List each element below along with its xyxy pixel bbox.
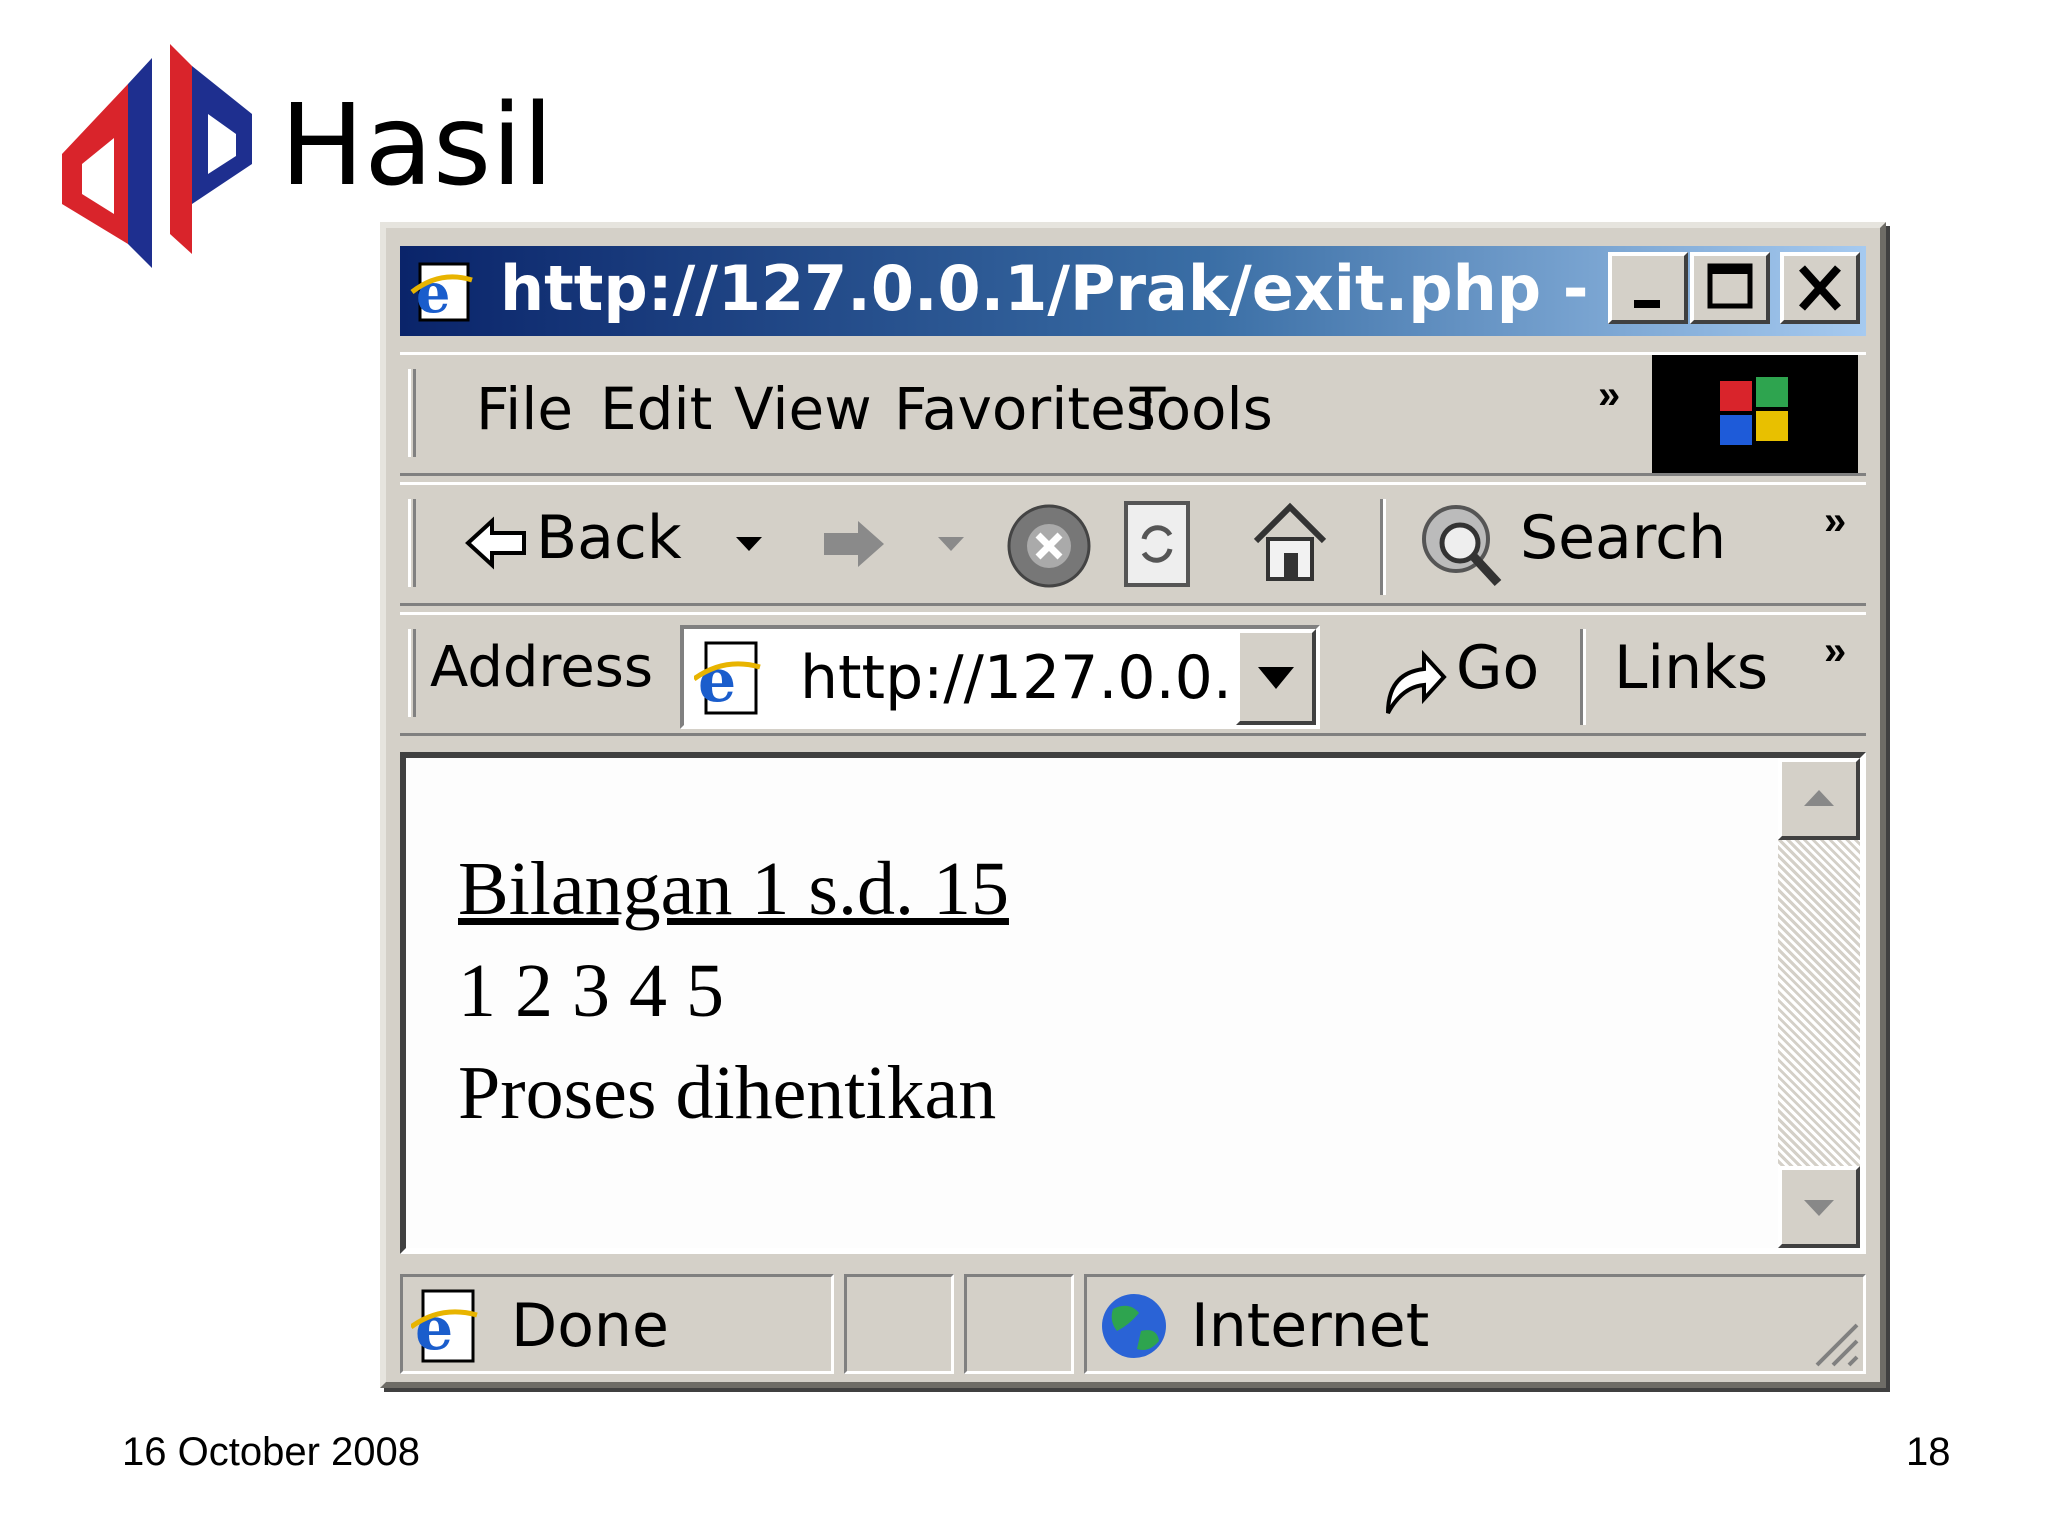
stop-icon[interactable] [1006, 503, 1092, 589]
minimize-button[interactable] [1608, 252, 1688, 324]
go-button[interactable]: Go [1456, 633, 1539, 703]
svg-text:e: e [698, 646, 736, 716]
address-input[interactable]: e http://127.0.0.1/ [680, 625, 1320, 729]
menu-favorites[interactable]: Favorites [894, 375, 1156, 443]
minimize-icon [1634, 300, 1660, 308]
maximize-button[interactable] [1690, 252, 1770, 324]
status-bar: e Done Internet [400, 1274, 1866, 1374]
footer-date: 16 October 2008 [122, 1430, 420, 1474]
address-dropdown-button[interactable] [1236, 629, 1316, 725]
address-url: http://127.0.0.1/ [800, 643, 1240, 713]
maximize-icon [1707, 263, 1753, 309]
scroll-down-button[interactable] [1778, 1166, 1860, 1248]
address-bar: Address e http://127.0.0.1/ Go Links » [400, 612, 1866, 736]
vertical-scrollbar[interactable] [1778, 758, 1860, 1248]
links-button[interactable]: Links [1614, 633, 1768, 703]
status-panel-empty [964, 1274, 1074, 1374]
close-button[interactable] [1780, 252, 1860, 324]
home-icon[interactable] [1250, 499, 1330, 583]
page-content: Bilangan 1 s.d. 15 1 2 3 4 5 Proses dihe… [400, 752, 1866, 1254]
menu-more-chevron[interactable]: » [1598, 373, 1620, 418]
chevron-down-icon [1258, 667, 1294, 689]
presentation-logo [62, 44, 252, 268]
windows-logo [1652, 355, 1858, 473]
toolbar-separator [1580, 629, 1586, 725]
menu-edit[interactable]: Edit [600, 375, 712, 443]
chevron-up-icon [1804, 790, 1834, 806]
toolbar-grip[interactable] [408, 629, 416, 717]
status-panel-empty [844, 1274, 954, 1374]
menu-tools[interactable]: Tools [1130, 375, 1273, 443]
globe-icon [1102, 1294, 1166, 1358]
zone-text: Internet [1191, 1291, 1430, 1361]
windows-flag-icon [1720, 377, 1788, 445]
ie-page-icon: e [694, 641, 761, 716]
status-panel-zone: Internet [1084, 1274, 1866, 1374]
page-heading-link[interactable]: Bilangan 1 s.d. 15 [458, 846, 1009, 933]
search-icon[interactable] [1418, 499, 1506, 591]
menu-file[interactable]: File [476, 375, 573, 443]
browser-window: e http://127.0.0.1/Prak/exit.php - ... F… [380, 222, 1886, 1388]
forward-arrow-icon[interactable] [820, 515, 888, 573]
page-numbers: 1 2 3 4 5 [458, 949, 724, 1033]
toolbar-grip[interactable] [408, 499, 416, 587]
links-more-chevron[interactable]: » [1824, 629, 1846, 674]
menu-bar: File Edit View Favorites Tools » [400, 352, 1866, 476]
toolbar-separator [1380, 499, 1386, 595]
page-number: 18 [1906, 1430, 1951, 1474]
svg-text:e: e [416, 261, 450, 324]
ie-page-icon: e [411, 1289, 478, 1364]
menu-view[interactable]: View [734, 375, 872, 443]
chevron-down-icon [1804, 1200, 1834, 1216]
address-label: Address [430, 635, 654, 700]
back-button[interactable]: Back [536, 503, 682, 573]
ie-icon: e [410, 261, 473, 324]
resize-grip-icon[interactable] [1807, 1315, 1859, 1367]
search-button[interactable]: Search [1520, 503, 1726, 573]
refresh-icon[interactable] [1120, 499, 1194, 589]
back-arrow-icon[interactable] [464, 515, 528, 571]
title-bar[interactable]: e http://127.0.0.1/Prak/exit.php - ... [400, 246, 1866, 336]
slide-title: Hasil [280, 81, 554, 211]
go-arrow-icon[interactable] [1380, 643, 1448, 717]
back-dropdown-icon[interactable] [734, 535, 764, 555]
toolbar-more-chevron[interactable]: » [1824, 499, 1846, 544]
forward-dropdown-icon[interactable] [936, 535, 966, 555]
toolbar-grip[interactable] [408, 369, 416, 457]
window-title: http://127.0.0.1/Prak/exit.php - ... [500, 252, 1681, 325]
svg-text:e: e [415, 1294, 453, 1364]
scroll-up-button[interactable] [1778, 758, 1860, 840]
close-icon [1799, 265, 1841, 311]
page-message: Proses dihentikan [458, 1051, 997, 1135]
standard-toolbar: Back Search » [400, 482, 1866, 606]
status-panel-main: e Done [400, 1274, 834, 1374]
status-text: Done [511, 1291, 669, 1361]
